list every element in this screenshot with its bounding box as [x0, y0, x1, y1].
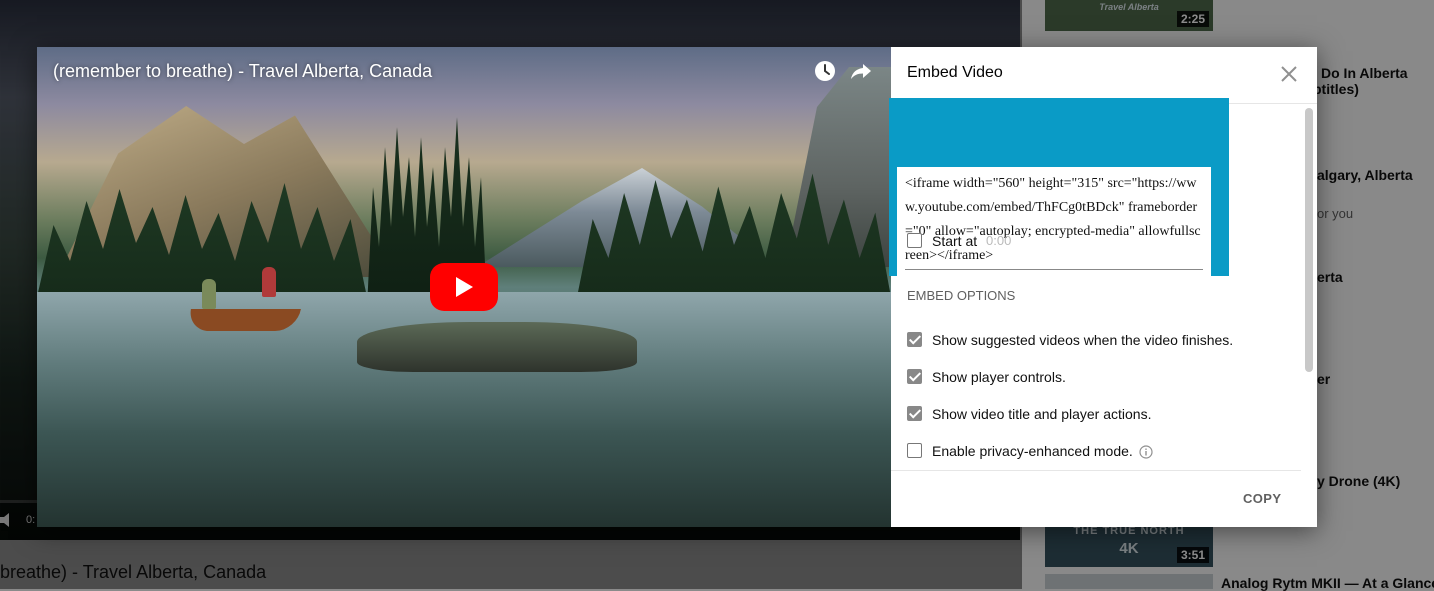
scenery-person — [262, 267, 276, 297]
suggested-videos-checkbox[interactable] — [907, 332, 922, 347]
close-icon — [1281, 66, 1297, 82]
option-label: Show video title and player actions. — [932, 406, 1152, 422]
option-label: Show suggested videos when the video fin… — [932, 332, 1234, 348]
panel-title: Embed Video — [907, 64, 1003, 81]
start-at-checkbox[interactable] — [907, 233, 922, 248]
share-icon[interactable] — [849, 59, 873, 83]
play-button[interactable] — [430, 263, 498, 311]
embed-code-text[interactable]: <iframe width="560" height="315" src="ht… — [905, 172, 1205, 268]
video-title[interactable]: (remember to breathe) - Travel Alberta, … — [53, 61, 432, 82]
privacy-mode-checkbox[interactable] — [907, 443, 922, 458]
embed-options-heading: EMBED OPTIONS — [907, 288, 1016, 303]
scenery-person — [202, 279, 216, 309]
info-icon[interactable] — [1139, 445, 1153, 459]
play-icon — [456, 277, 473, 297]
scrollbar-thumb[interactable] — [1305, 108, 1313, 372]
embed-modal: (remember to breathe) - Travel Alberta, … — [37, 47, 1317, 527]
title-actions-checkbox[interactable] — [907, 406, 922, 421]
scenery-canoe — [187, 309, 301, 331]
start-at-input[interactable]: 0:00 — [986, 233, 1046, 248]
divider — [891, 470, 1301, 471]
copy-button[interactable]: COPY — [1243, 491, 1281, 506]
close-button[interactable] — [1279, 64, 1299, 84]
embed-panel: Embed Video <iframe width="560" height="… — [889, 47, 1317, 527]
code-highlight-frame: <iframe width="560" height="315" src="ht… — [889, 98, 1229, 307]
video-preview[interactable]: (remember to breathe) - Travel Alberta, … — [37, 47, 891, 527]
player-controls-checkbox[interactable] — [907, 369, 922, 384]
watch-later-icon[interactable] — [813, 59, 837, 83]
divider — [905, 269, 1203, 270]
option-label: Enable privacy-enhanced mode. — [932, 443, 1133, 459]
scenery-rocks — [357, 322, 637, 372]
start-at-label: Start at — [932, 233, 978, 249]
option-label: Show player controls. — [932, 369, 1066, 385]
